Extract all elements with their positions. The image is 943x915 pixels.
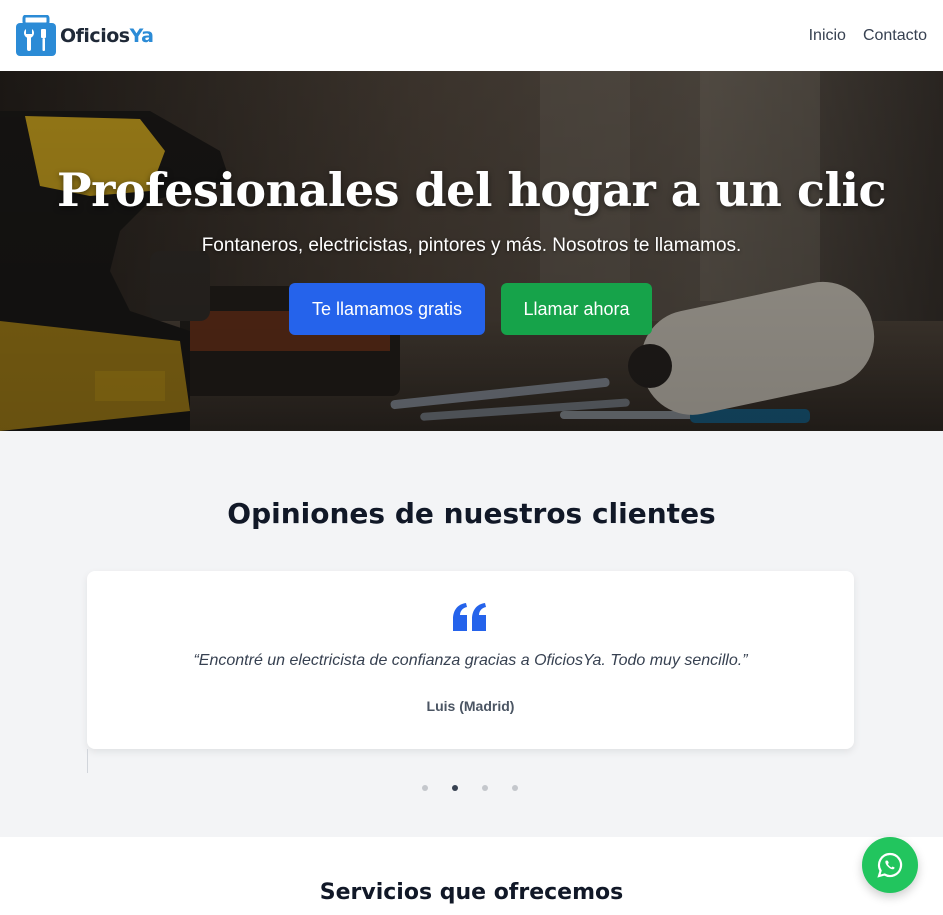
main-nav: Inicio Contacto xyxy=(809,27,927,45)
whatsapp-button[interactable] xyxy=(862,837,918,893)
nav-link-contacto[interactable]: Contacto xyxy=(863,27,927,45)
quote-icon xyxy=(453,603,486,631)
carousel-dot-2[interactable] xyxy=(452,785,458,791)
hero-content: Profesionales del hogar a un clic Fontan… xyxy=(0,71,943,431)
carousel-dots xyxy=(422,785,518,791)
callback-button[interactable]: Te llamamos gratis xyxy=(289,283,485,335)
carousel-edge xyxy=(87,749,88,773)
review-quote: “Encontré un electricista de confianza g… xyxy=(193,652,748,669)
toolbox-icon xyxy=(16,14,56,56)
carousel-dot-3[interactable] xyxy=(482,785,488,791)
site-header: OficiosYa Inicio Contacto xyxy=(0,0,943,71)
hero-section: Profesionales del hogar a un clic Fontan… xyxy=(0,71,943,431)
reviews-section: Opiniones de nuestros clientes “Encontré… xyxy=(0,431,943,837)
hero-title: Profesionales del hogar a un clic xyxy=(57,163,886,217)
services-title: Servicios que ofrecemos xyxy=(319,880,624,905)
brand-logo[interactable]: OficiosYa xyxy=(15,14,154,57)
call-now-button[interactable]: Llamar ahora xyxy=(501,283,652,335)
carousel-dot-1[interactable] xyxy=(422,785,428,791)
reviews-title: Opiniones de nuestros clientes xyxy=(227,497,716,530)
hero-subtitle: Fontaneros, electricistas, pintores y má… xyxy=(201,235,742,256)
review-author: Luis (Madrid) xyxy=(426,698,515,714)
nav-link-inicio[interactable]: Inicio xyxy=(809,27,846,45)
whatsapp-icon xyxy=(877,852,903,878)
brand-name: OficiosYa xyxy=(60,24,154,47)
review-card: “Encontré un electricista de confianza g… xyxy=(87,571,854,749)
carousel-dot-4[interactable] xyxy=(512,785,518,791)
